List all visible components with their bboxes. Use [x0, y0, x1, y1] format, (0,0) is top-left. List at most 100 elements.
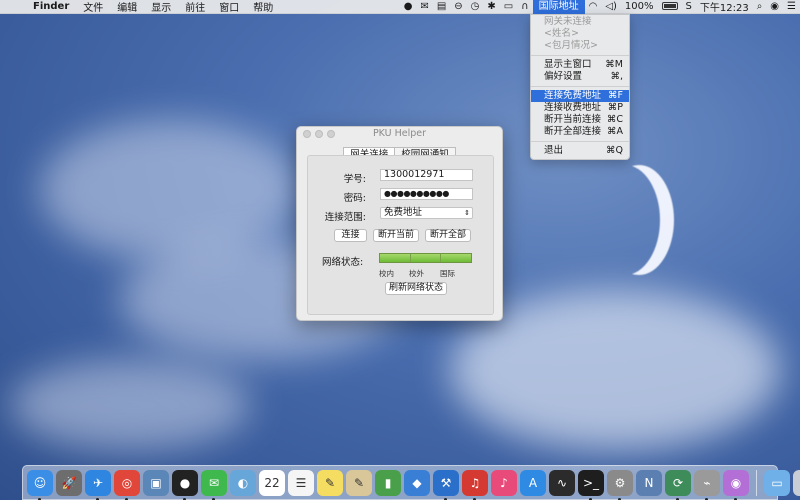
updown-chevron-icon: ⇕ [464, 209, 470, 217]
folder-icon[interactable]: ▭ [764, 469, 790, 496]
system-preferences-icon[interactable]: ⚙ [607, 469, 633, 500]
menu-disconnect-all[interactable]: 断开全部连接 ⌘A [531, 126, 629, 138]
username-text: <姓名> [544, 28, 579, 39]
preview-icon[interactable]: ▣ [143, 469, 169, 496]
menu-show-main-window[interactable]: 显示主窗口 ⌘M [531, 59, 629, 71]
zoom-button[interactable] [327, 130, 335, 138]
password-field[interactable]: ●●●●●●●●●● [380, 188, 473, 200]
cloud [40, 120, 300, 260]
tweetbot-icon[interactable]: ◐ [230, 469, 256, 496]
spotlight-icon[interactable]: ⌕ [753, 1, 767, 12]
calendar-icon[interactable]: 22 [259, 469, 285, 496]
refresh-status-button[interactable]: 刷新网络状态 [385, 282, 447, 295]
notification-center-icon[interactable]: ☰ [783, 1, 800, 12]
student-id-field[interactable]: 1300012971 [380, 169, 473, 181]
menu-separator [531, 86, 629, 87]
menu-preferences[interactable]: 偏好设置 ⌘, [531, 71, 629, 83]
bluetooth-icon[interactable]: ✱ [483, 1, 499, 12]
netease-music-icon[interactable]: ♫ [462, 469, 488, 500]
menu-connect-paid[interactable]: 连接收费地址 ⌘P [531, 102, 629, 114]
menu-item-shortcut: ⌘Q [606, 145, 623, 156]
menu-disconnect-current[interactable]: 断开当前连接 ⌘C [531, 114, 629, 126]
menu-item-shortcut: ⌘M [605, 59, 623, 70]
menu-plan: <包月情况> [531, 40, 629, 52]
menu-item-label: 显示主窗口 [544, 59, 592, 70]
menu-quit[interactable]: 退出 ⌘Q [531, 145, 629, 157]
numbers-icon[interactable]: ▮ [375, 469, 401, 496]
notes-icon[interactable]: ✎ [317, 469, 343, 496]
utility-icon[interactable]: ⌁ [694, 469, 720, 500]
menu-bar: Finder 文件 编辑 显示 前往 窗口 帮助 ● ✉ ▤ ⊖ ◷ ✱ ▭ ∩… [0, 0, 800, 14]
chrome-icon[interactable]: ◎ [114, 469, 140, 500]
user-avatar-icon[interactable]: ◉ [766, 1, 783, 12]
wifi-icon[interactable]: ◠ [585, 1, 602, 12]
student-id-label: 学号: [343, 174, 366, 185]
appstore-icon[interactable]: A [520, 469, 546, 496]
menu-go[interactable]: 前往 [178, 0, 212, 14]
cloud [10, 360, 250, 450]
window-titlebar[interactable]: PKU Helper [297, 127, 502, 141]
launchpad-icon[interactable]: 🚀 [56, 469, 82, 496]
activity-monitor-icon[interactable]: ∿ [549, 469, 575, 496]
qq-status-icon[interactable]: ● [400, 1, 417, 12]
menu-app-name[interactable]: Finder [26, 1, 76, 12]
net-label-international: 国际 [440, 269, 455, 278]
app-n-icon[interactable]: N [636, 469, 662, 496]
terminal-icon[interactable]: >_ [578, 469, 604, 500]
menu-window[interactable]: 窗口 [212, 0, 246, 14]
menu-item-label: 退出 [544, 145, 564, 156]
siri-icon[interactable]: ◉ [723, 469, 749, 500]
qq-icon[interactable]: ● [172, 469, 198, 500]
menu-item-label: 断开全部连接 [544, 126, 602, 137]
menu-help[interactable]: 帮助 [246, 0, 280, 14]
battery-percent[interactable]: 100% [621, 1, 658, 12]
menu-item-shortcut: ⌘, [610, 71, 623, 82]
battery-icon [661, 2, 678, 10]
net-label-campus: 校内 [379, 269, 394, 278]
status-intl-address[interactable]: 国际地址 [532, 0, 585, 14]
itunes-icon[interactable]: ♪ [491, 469, 517, 496]
menu-edit[interactable]: 编辑 [110, 0, 144, 14]
menu-view[interactable]: 显示 [144, 0, 178, 14]
connect-button[interactable]: 连接 [334, 229, 367, 242]
clock[interactable]: 下午12:23 [696, 0, 753, 14]
network-status-bar [379, 253, 472, 263]
network-icon[interactable]: ⟳ [665, 469, 691, 500]
pku-helper-window: PKU Helper 网关连接 校园网通知 学号: 1300012971 密码:… [296, 126, 503, 321]
safari-icon[interactable]: ✈ [85, 469, 111, 500]
pku-helper-status-icon[interactable]: ∩ [517, 1, 532, 12]
menu-separator [531, 55, 629, 56]
airplay-icon[interactable]: ▭ [500, 1, 517, 12]
sync-status-icon[interactable]: ⊖ [450, 1, 466, 12]
xcode-icon[interactable]: ⚒ [433, 469, 459, 500]
disconnect-current-button[interactable]: 断开当前 [373, 229, 419, 242]
scope-label: 连接范围: [324, 212, 366, 223]
disconnect-all-button[interactable]: 断开全部 [425, 229, 471, 242]
message-status-icon[interactable]: ▤ [433, 1, 450, 12]
minimize-button[interactable] [315, 130, 323, 138]
menu-item-label: 连接免费地址 [544, 90, 602, 101]
trash-icon[interactable]: 🗑 [793, 469, 800, 496]
menu-separator [531, 141, 629, 142]
textedit-icon[interactable]: ✎ [346, 469, 372, 496]
menu-connect-free[interactable]: 连接免费地址 ⌘F [531, 90, 629, 102]
input-source-icon[interactable]: S [682, 1, 696, 12]
wechat-status-icon[interactable]: ✉ [416, 1, 432, 12]
wechat-icon[interactable]: ✉ [201, 469, 227, 500]
menu-file[interactable]: 文件 [76, 0, 110, 14]
status-segment-international [441, 254, 472, 262]
menu-item-label: 断开当前连接 [544, 114, 602, 125]
menu-username: <姓名> [531, 28, 629, 40]
window-controls [303, 130, 335, 138]
volume-icon[interactable]: ◁) [601, 1, 621, 12]
scope-select[interactable]: 免费地址 ⇕ [380, 207, 473, 219]
reminders-icon[interactable]: ☰ [288, 469, 314, 496]
password-label: 密码: [343, 193, 366, 204]
keynote-icon[interactable]: ◆ [404, 469, 430, 496]
close-button[interactable] [303, 130, 311, 138]
status-area: ● ✉ ▤ ⊖ ◷ ✱ ▭ ∩ 国际地址 ◠ ◁) 100% S 下午12:23… [400, 0, 800, 14]
finder-icon[interactable]: ☺ [27, 469, 53, 500]
time-machine-icon[interactable]: ◷ [467, 1, 484, 12]
menu-item-shortcut: ⌘F [608, 90, 623, 101]
status-segment-campus [380, 254, 410, 262]
